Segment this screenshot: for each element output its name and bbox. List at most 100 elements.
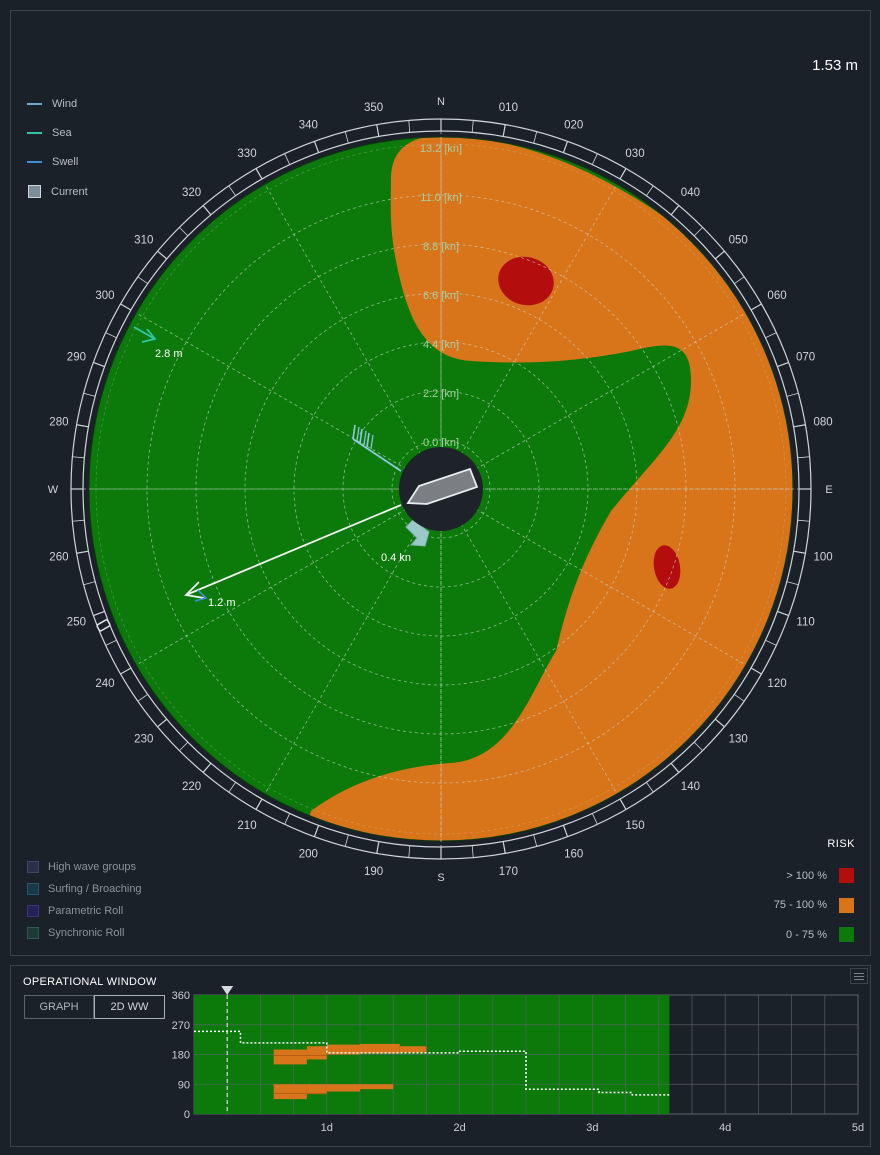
legend-wind[interactable]: Wind [27, 89, 88, 118]
compass-tick [105, 332, 117, 339]
hazard-label: Surfing / Broaching [48, 883, 142, 895]
compass-tick [179, 741, 189, 751]
compass-tick [670, 762, 680, 773]
hazard-high-wave-groups[interactable]: High wave groups [27, 856, 142, 878]
degree-label: 080 [814, 417, 833, 429]
compass-tick [591, 153, 598, 165]
compass-tick [179, 227, 189, 237]
compass-tick [157, 250, 168, 260]
compass-tick [619, 168, 627, 180]
degree-label: 190 [364, 866, 383, 878]
hazard-synchronic-roll[interactable]: Synchronic Roll [27, 922, 142, 944]
compass-tick [157, 718, 168, 728]
legend-wind-label: Wind [52, 97, 78, 110]
degree-label: 290 [67, 351, 86, 363]
graph-view-button[interactable]: GRAPH [24, 995, 94, 1019]
legend-sea[interactable]: Sea [27, 118, 88, 147]
operational-window-chart[interactable]: 360 270 180 90 0 1d 2d 3d 4d 5d [11, 966, 872, 1148]
compass-tick [562, 141, 569, 153]
cardinal-label: S [437, 872, 444, 884]
compass-tick [793, 550, 806, 554]
compass-tick [284, 153, 291, 165]
compass-tick [533, 834, 538, 847]
compass-tick [255, 798, 263, 810]
compass-tick [137, 276, 148, 284]
compass-tick [284, 813, 291, 825]
ow-y-tick: 180 [172, 1050, 190, 1062]
polar-risk-panel: 0.0 [kn] 2.2 [kn] 4.4 [kn] 6.6 [kn] 8.8 [kn]… [10, 10, 871, 956]
degree-label: 340 [299, 119, 318, 131]
hazard-parametric-roll[interactable]: Parametric Roll [27, 900, 142, 922]
compass-tick [734, 694, 745, 702]
polar-diagram[interactable]: 0.0 [kn]2.2 [kn]4.4 [kn]6.6 [kn]8.8 [kn]… [11, 11, 872, 957]
compass-tick [83, 581, 96, 586]
compass-tick [471, 845, 474, 858]
cardinal-label: W [48, 484, 59, 496]
ow-x-tick: 3d [586, 1122, 598, 1134]
compass-tick [797, 519, 810, 522]
compass-tick [786, 392, 799, 397]
risk-level-medium: 75 - 100 % [774, 891, 854, 921]
legend-current[interactable]: Current [27, 177, 88, 206]
risk-level-label: 0 - 75 % [786, 928, 827, 941]
compass-tick [714, 718, 725, 728]
compass-tick [793, 424, 806, 428]
compass-tick [591, 813, 598, 825]
risk-level-label: > 100 % [786, 869, 827, 882]
hazard-surfing-broaching[interactable]: Surfing / Broaching [27, 878, 142, 900]
compass-tick [408, 120, 411, 133]
hazard-swatch [27, 927, 39, 939]
hazard-label: Parametric Roll [48, 905, 124, 917]
compass-tick [408, 845, 411, 858]
risk-swatch-green [839, 927, 854, 943]
risk-level-label: 75 - 100 % [773, 899, 827, 912]
time-marker-icon [221, 986, 234, 995]
degree-label: 130 [729, 733, 748, 745]
degree-label: 350 [364, 102, 383, 114]
ow-x-tick: 1d [321, 1122, 333, 1134]
hazard-swatch [27, 861, 39, 873]
risk-level-high: > 100 % [774, 861, 854, 891]
ow-risk-block [326, 1084, 360, 1092]
compass-tick [562, 825, 569, 837]
legend-sea-label: Sea [52, 126, 72, 139]
ow-risk-block [273, 1084, 307, 1100]
compass-tick [228, 185, 236, 196]
ow-risk-block [273, 1049, 307, 1065]
compass-tick [471, 120, 474, 133]
degree-label: 120 [767, 678, 786, 690]
compass-tick [72, 456, 85, 459]
ow-y-tick: 90 [178, 1079, 190, 1091]
hamburger-menu-icon[interactable] [850, 968, 868, 984]
hazard-label: Synchronic Roll [48, 927, 125, 939]
2d-ww-view-button[interactable]: 2D WW [94, 995, 165, 1019]
compass-tick [76, 424, 89, 428]
legend-swell-label: Swell [52, 156, 79, 169]
compass-tick [255, 168, 263, 180]
compass-tick [765, 332, 777, 339]
compass-tick [202, 762, 212, 773]
degree-label: 070 [796, 351, 815, 363]
degree-label: 320 [182, 187, 201, 199]
ow-risk-block [399, 1046, 427, 1053]
legend-swell[interactable]: Swell [27, 148, 88, 177]
degree-label: 160 [564, 849, 583, 861]
degree-label: 330 [237, 148, 256, 160]
compass-tick [750, 303, 762, 311]
degree-label: 260 [49, 551, 68, 563]
operational-window-title: OPERATIONAL WINDOW [23, 976, 157, 988]
sea-line-icon [27, 131, 42, 134]
ow-risk-block [360, 1043, 400, 1054]
compass-tick [93, 361, 105, 368]
compass-tick [777, 361, 789, 368]
risk-title: RISK [827, 838, 855, 850]
compass-tick [670, 205, 680, 216]
risk-swatch-orange [839, 897, 854, 913]
compass-tick [344, 834, 349, 847]
compass-tick [714, 250, 725, 260]
swell-line-icon [27, 161, 42, 164]
degree-label: 210 [237, 820, 256, 832]
hazard-swatch [27, 905, 39, 917]
degree-label: 220 [182, 781, 201, 793]
compass-tick [786, 581, 799, 586]
